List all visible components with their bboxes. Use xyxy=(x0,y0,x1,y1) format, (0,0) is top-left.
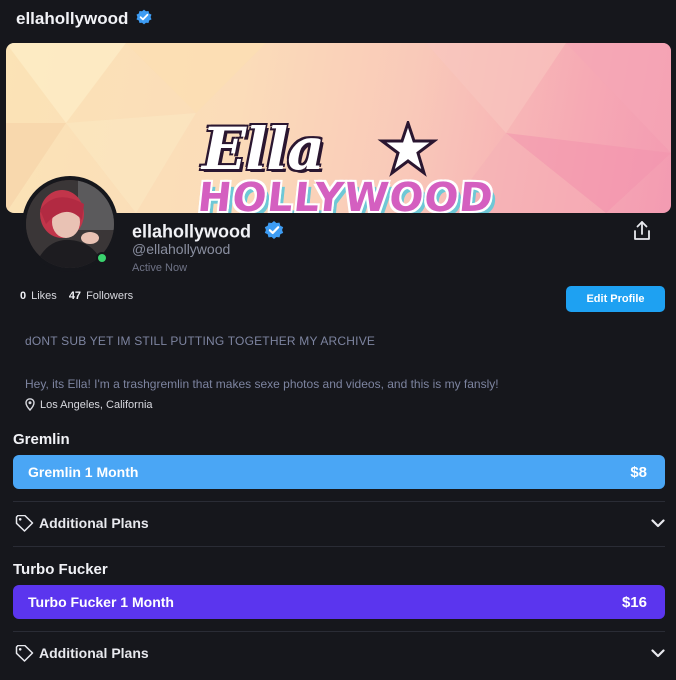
plan-label: Turbo Fucker 1 Month xyxy=(28,594,174,610)
online-status-dot xyxy=(96,252,108,264)
tag-icon xyxy=(15,514,34,532)
additional-plans-toggle[interactable]: Additional Plans xyxy=(15,512,665,534)
followers-stat[interactable]: 47 Followers xyxy=(69,290,133,302)
star-icon xyxy=(377,121,438,177)
page-title: ellahollywood xyxy=(16,9,129,28)
top-bar: ellahollywood xyxy=(0,0,676,38)
divider xyxy=(13,631,665,632)
followers-count: 47 xyxy=(68,290,82,302)
bio-line-1: dONT SUB YET IM STILL PUTTING TOGETHER M… xyxy=(25,334,376,348)
chevron-down-icon xyxy=(651,518,665,527)
plan-button-turbo[interactable]: Turbo Fucker 1 Month $16 xyxy=(13,585,665,619)
tag-icon xyxy=(15,644,34,662)
location: Los Angeles, California xyxy=(25,398,153,411)
active-status: Active Now xyxy=(132,262,188,274)
verified-badge-icon xyxy=(135,8,153,31)
tier-title-gremlin: Gremlin xyxy=(13,431,70,448)
plan-price: $16 xyxy=(621,593,647,611)
bio-line-2: Hey, its Ella! I'm a trashgremlin that m… xyxy=(25,377,499,391)
additional-plans-label: Additional Plans xyxy=(39,515,149,531)
additional-plans-label: Additional Plans xyxy=(39,645,149,661)
profile-stats: 0 Likes 47 Followers xyxy=(20,290,133,302)
likes-label: Likes xyxy=(31,290,57,302)
chevron-down-icon xyxy=(651,648,665,657)
likes-stat[interactable]: 0 Likes xyxy=(20,290,57,302)
location-pin-icon xyxy=(25,398,35,411)
plan-button-gremlin[interactable]: Gremlin 1 Month $8 xyxy=(13,455,665,489)
likes-count: 0 xyxy=(20,290,27,302)
followers-label: Followers xyxy=(86,290,134,302)
plan-price: $8 xyxy=(630,463,647,481)
profile-banner: Ella HOLLYWOOD xyxy=(6,43,671,213)
divider xyxy=(13,546,665,547)
edit-profile-button[interactable]: Edit Profile xyxy=(566,286,665,312)
location-text: Los Angeles, California xyxy=(40,398,153,411)
additional-plans-toggle[interactable]: Additional Plans xyxy=(15,642,665,664)
tier-title-turbo: Turbo Fucker xyxy=(13,561,108,578)
verified-badge-icon xyxy=(263,219,285,246)
share-icon[interactable] xyxy=(632,220,652,247)
divider xyxy=(13,501,665,502)
plan-label: Gremlin 1 Month xyxy=(28,464,139,480)
banner-logo-text: HOLLYWOOD xyxy=(195,175,496,213)
profile-handle: @ellahollywood xyxy=(132,241,231,257)
banner-logo-script: Ella xyxy=(202,115,325,183)
